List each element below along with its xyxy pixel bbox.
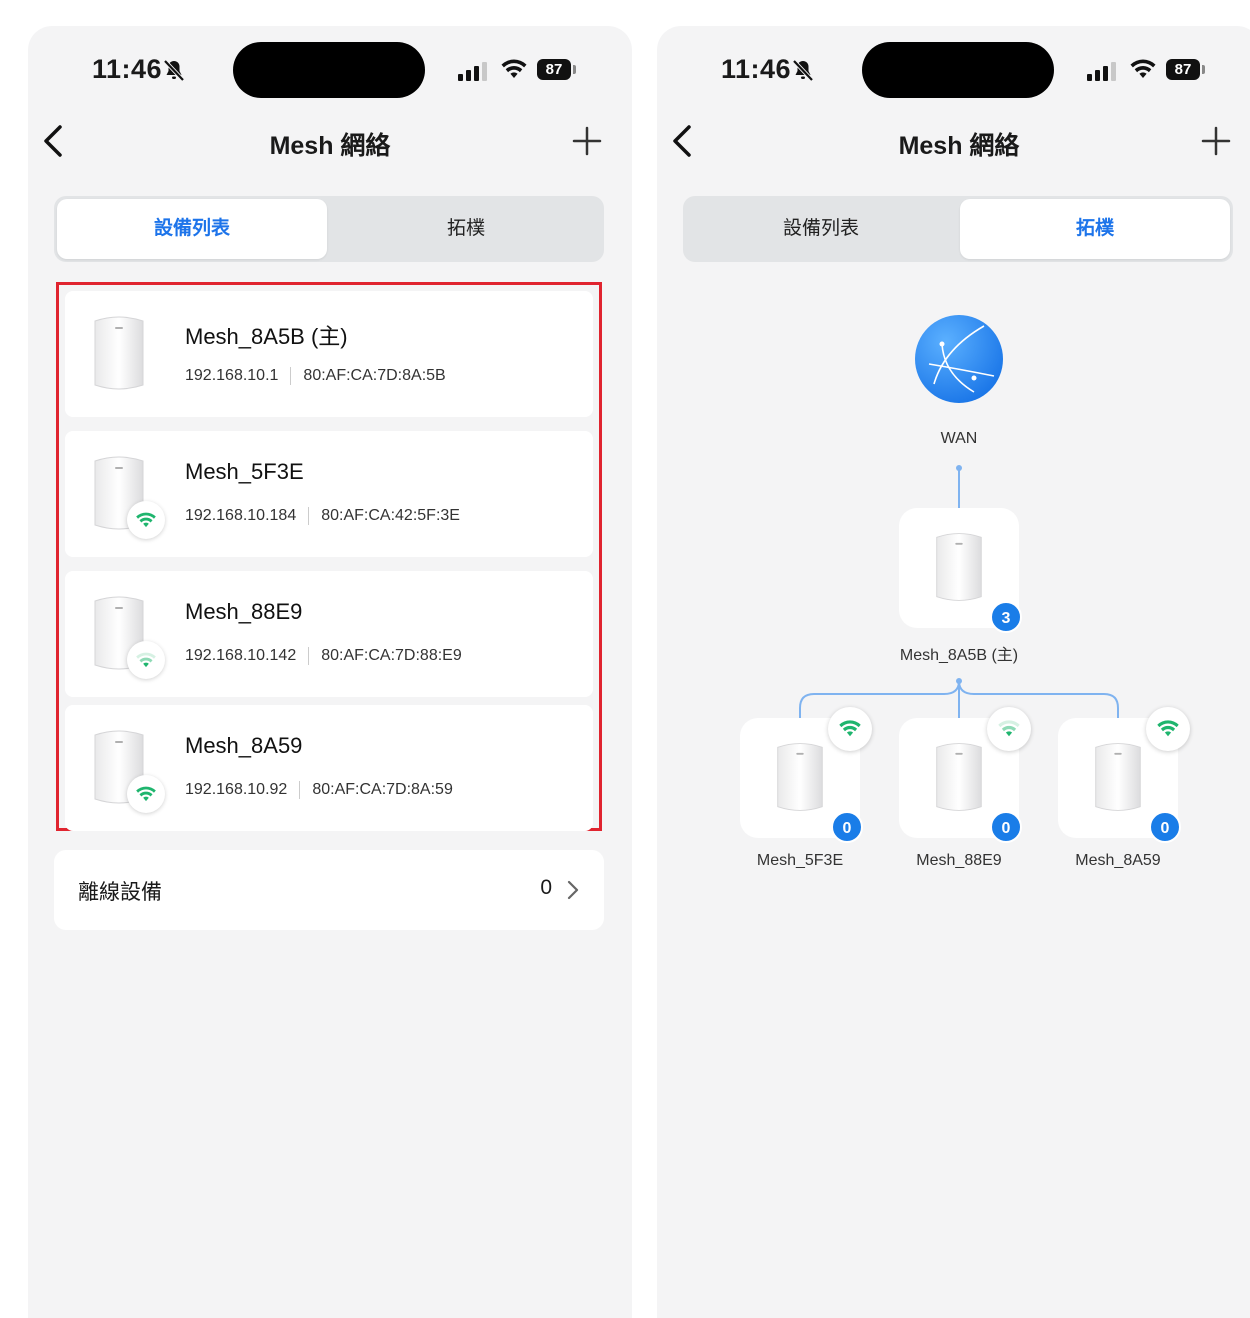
status-time: 11:46 xyxy=(92,54,163,84)
signal-icon xyxy=(458,62,487,81)
wan-label: WAN xyxy=(940,430,978,447)
plus-icon[interactable] xyxy=(572,126,602,156)
client-count-badge: 0 xyxy=(1149,811,1181,843)
bell-slash-icon xyxy=(163,59,185,82)
divider xyxy=(290,367,292,385)
wifi-badge xyxy=(987,707,1031,751)
mesh-router-icon xyxy=(1095,743,1141,811)
wifi-badge xyxy=(127,501,165,539)
wifi-badge xyxy=(1146,707,1190,751)
divider xyxy=(299,781,301,799)
topology-node-label: Mesh_5F3E xyxy=(756,852,844,869)
device-info: 192.168.10.142 80:AF:CA:7D:88:E9 xyxy=(185,647,462,665)
device-list: Mesh_8A5B (主) 192.168.10.1 80:AF:CA:7D:8… xyxy=(56,282,602,831)
mesh-router-icon xyxy=(777,743,823,811)
wifi-icon xyxy=(136,512,156,528)
mesh-router-icon xyxy=(936,743,982,811)
wifi-icon xyxy=(839,720,861,737)
segmented-control: 設備列表 拓樸 xyxy=(54,196,604,262)
tab-device-list[interactable]: 設備列表 xyxy=(57,199,327,259)
topology-diagram: WAN 3 Mesh_8A5B (主) 0 Mesh_5F3E 0 Mesh_8… xyxy=(657,26,1250,1318)
device-card[interactable]: Mesh_8A5B (主) 192.168.10.1 80:AF:CA:7D:8… xyxy=(65,291,593,417)
chevron-right-icon xyxy=(567,880,579,900)
offline-devices-row[interactable]: 離線設備 0 xyxy=(54,850,604,930)
battery-icon: 87 xyxy=(537,59,571,80)
phone-topology-screen: 11:46 87 Mesh 網絡 設備列表 拓樸 WAN 3 Mesh_8A5B… xyxy=(657,26,1250,1318)
wifi-icon xyxy=(136,786,156,802)
device-mac: 80:AF:CA:7D:8A:5B xyxy=(303,367,446,384)
wifi-icon xyxy=(1157,720,1179,737)
phone-device-list-screen: 11:46 87 Mesh 網絡 設備列表 拓樸 Mesh_8A5B (主) 1… xyxy=(28,26,632,1318)
wifi-status-icon xyxy=(501,59,527,78)
device-info: 192.168.10.1 80:AF:CA:7D:8A:5B xyxy=(185,367,446,385)
mesh-router-icon xyxy=(936,533,982,601)
device-info: 192.168.10.184 80:AF:CA:42:5F:3E xyxy=(185,507,460,525)
offline-devices-count: 0 xyxy=(540,876,552,899)
device-card[interactable]: Mesh_88E9 192.168.10.142 80:AF:CA:7D:88:… xyxy=(65,571,593,697)
device-ip: 192.168.10.92 xyxy=(185,781,288,798)
device-name: Mesh_8A5B (主) xyxy=(185,324,348,349)
device-ip: 192.168.10.1 xyxy=(185,367,279,384)
topology-node-label: Mesh_88E9 xyxy=(916,852,1002,869)
wifi-icon xyxy=(998,720,1020,737)
device-name: Mesh_5F3E xyxy=(185,459,304,484)
device-name: Mesh_88E9 xyxy=(185,599,303,624)
status-bar: 11:46 87 xyxy=(28,26,632,116)
divider xyxy=(308,507,310,525)
dynamic-island xyxy=(233,42,425,98)
topology-node-main[interactable]: 3 xyxy=(899,508,1022,633)
wifi-badge xyxy=(828,707,872,751)
device-name: Mesh_8A59 xyxy=(185,733,303,758)
device-card[interactable]: Mesh_5F3E 192.168.10.184 80:AF:CA:42:5F:… xyxy=(65,431,593,557)
device-ip: 192.168.10.142 xyxy=(185,647,297,664)
battery-nub xyxy=(573,65,576,74)
device-mac: 80:AF:CA:7D:88:E9 xyxy=(321,647,462,664)
page-title: Mesh 網絡 xyxy=(269,132,391,160)
globe-icon xyxy=(915,315,1003,403)
nav-bar: Mesh 網絡 xyxy=(28,116,632,176)
divider xyxy=(308,647,310,665)
client-count-badge: 0 xyxy=(990,811,1022,843)
client-count-badge: 0 xyxy=(831,811,863,843)
device-ip: 192.168.10.184 xyxy=(185,507,297,524)
wifi-badge xyxy=(127,641,165,679)
wifi-badge xyxy=(127,775,165,813)
device-mac: 80:AF:CA:7D:8A:59 xyxy=(312,781,453,798)
tab-topology[interactable]: 拓樸 xyxy=(331,199,601,259)
device-card[interactable]: Mesh_8A59 192.168.10.92 80:AF:CA:7D:8A:5… xyxy=(65,705,593,831)
topology-node-label: Mesh_8A59 xyxy=(1075,852,1161,869)
device-info: 192.168.10.92 80:AF:CA:7D:8A:59 xyxy=(185,781,453,799)
client-count-badge: 3 xyxy=(990,601,1022,633)
device-mac: 80:AF:CA:42:5F:3E xyxy=(321,507,460,524)
mesh-router-icon xyxy=(94,316,144,390)
topology-node-label: Mesh_8A5B (主) xyxy=(899,647,1019,664)
offline-devices-label: 離線設備 xyxy=(78,881,162,904)
wifi-icon xyxy=(136,652,156,668)
